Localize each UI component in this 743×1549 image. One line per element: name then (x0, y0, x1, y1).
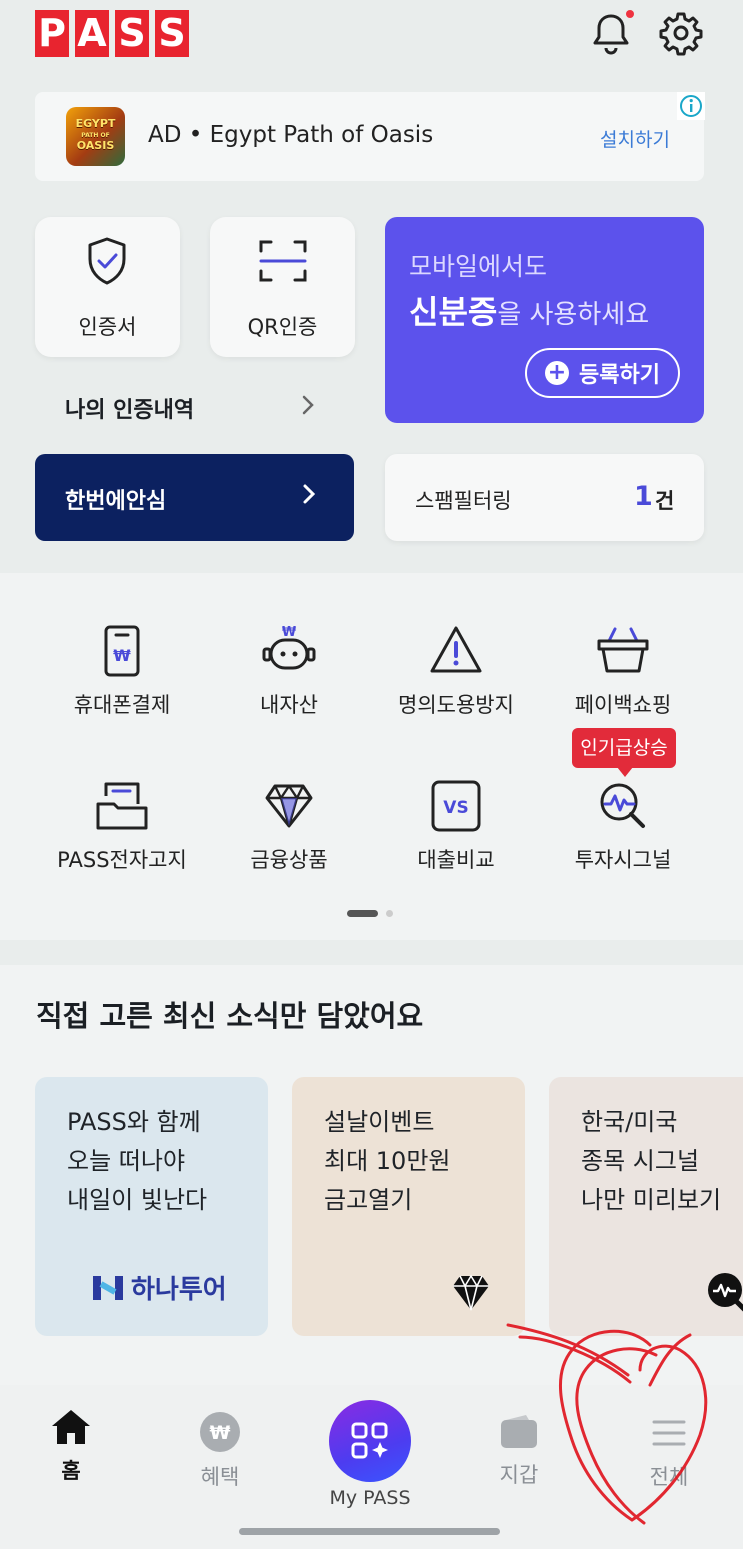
chevron-right-icon (301, 480, 317, 514)
menu-e-notice[interactable]: PASS전자고지 (38, 778, 206, 874)
id-banner-line2: 신분증을 사용하세요 (409, 293, 650, 331)
e-notice-icon (96, 782, 148, 830)
nav-wallet[interactable]: 지갑 (464, 1413, 574, 1489)
system-home-indicator[interactable] (239, 1528, 500, 1535)
service-menu-grid: ₩ 휴대폰결제 ₩ 내자산 명의도용방지 페이백쇼핑 인기급상승 PASS전자고… (0, 573, 743, 940)
page-dot (386, 910, 393, 917)
nav-mypass-label: My PASS (329, 1487, 411, 1509)
won-coin-icon: ₩ (200, 1412, 240, 1452)
signal-search-icon (600, 783, 645, 828)
notification-dot (626, 10, 634, 18)
svg-text:₩: ₩ (210, 1422, 231, 1444)
ad-banner[interactable]: EGYPT PATH OF OASIS AD • Egypt Path of O… (35, 92, 705, 181)
hamburger-menu-icon (652, 1420, 686, 1446)
nav-mypass-button[interactable] (329, 1400, 411, 1482)
register-id-button[interactable]: + 등록하기 (525, 348, 680, 398)
hanatour-logo: 하나투어 (91, 1269, 227, 1306)
apps-sparkle-icon (351, 1422, 388, 1459)
hanbeon-ansim-button[interactable]: 한번에안심 (35, 454, 354, 541)
certificate-label: 인증서 (78, 315, 137, 339)
news-section: 직접 고른 최신 소식만 담았어요 PASS와 함께 오늘 떠나야 내일이 빛난… (0, 965, 743, 1385)
nav-home[interactable]: 홈 (16, 1407, 126, 1485)
diamond-icon (265, 784, 313, 828)
ad-game-thumbnail: EGYPT PATH OF OASIS (66, 107, 125, 166)
warning-icon (430, 626, 482, 673)
nav-all-menu[interactable]: 전체 (614, 1417, 724, 1491)
chevron-right-icon[interactable] (300, 392, 316, 424)
spam-filter-card[interactable]: 스팸필터링 1 건 (385, 454, 704, 541)
hanbeon-ansim-label: 한번에안심 (65, 489, 167, 514)
menu-phone-payment[interactable]: ₩ 휴대폰결제 (38, 623, 206, 719)
menu-payback-shopping[interactable]: 페이백쇼핑 (539, 623, 707, 719)
shield-check-icon (88, 237, 126, 285)
diamond-icon (453, 1274, 489, 1311)
basket-icon (597, 627, 649, 673)
menu-loan-compare[interactable]: VS 대출비교 (372, 778, 540, 874)
trending-badge: 인기급상승 (572, 728, 676, 777)
news-card-stock-signal[interactable]: 한국/미국 종목 시그널 나만 미리보기 (549, 1077, 743, 1336)
wallet-icon (501, 1415, 537, 1448)
news-card-hanatour[interactable]: PASS와 함께 오늘 떠나야 내일이 빛난다 하나투어 (35, 1077, 268, 1336)
ad-text: AD • Egypt Path of Oasis (148, 122, 434, 148)
menu-invest-signal[interactable]: 투자시그널 (539, 778, 707, 874)
menu-my-assets[interactable]: ₩ 내자산 (205, 623, 373, 719)
pass-logo: P A S S (35, 10, 189, 57)
hanatour-logo-icon (93, 1275, 123, 1300)
svg-text:₩: ₩ (113, 646, 131, 665)
page-indicator (347, 910, 393, 917)
svg-text:₩: ₩ (282, 625, 297, 640)
qr-auth-label: QR인증 (247, 315, 318, 339)
my-auth-history-link[interactable]: 나의 인증내역 (65, 392, 194, 424)
news-card-lunar-event[interactable]: 설날이벤트 최대 10만원 금고열기 (292, 1077, 525, 1336)
news-section-title: 직접 고른 최신 소식만 담았어요 (36, 999, 424, 1033)
plus-icon: + (545, 361, 570, 385)
bottom-navigation: 홈 ₩ 혜택 My PASS 지갑 전체 (0, 1385, 743, 1549)
svg-text:VS: VS (443, 798, 468, 818)
home-icon (52, 1410, 90, 1444)
spam-count: 1 (634, 481, 653, 512)
logo-letter: A (75, 10, 109, 57)
ad-info-icon[interactable] (677, 92, 705, 120)
logo-letter: S (115, 10, 149, 57)
certificate-card[interactable]: 인증서 (35, 217, 180, 357)
vs-icon: VS (431, 780, 481, 832)
settings-gear-icon[interactable] (658, 10, 704, 56)
ad-install-link[interactable]: 설치하기 (600, 125, 670, 152)
mobile-id-card-banner[interactable]: 모바일에서도 신분증을 사용하세요 + 등록하기 (385, 217, 704, 423)
notification-bell-icon[interactable] (588, 10, 634, 56)
nav-benefits[interactable]: ₩ 혜택 (165, 1411, 275, 1491)
spam-filter-label: 스팸필터링 (415, 489, 512, 513)
menu-financial-products[interactable]: 금융상품 (205, 778, 373, 874)
spam-count-unit: 건 (655, 489, 675, 513)
logo-letter: S (155, 10, 189, 57)
robot-asset-icon: ₩ (262, 625, 316, 670)
qr-scan-icon (259, 240, 307, 282)
id-banner-line1: 모바일에서도 (409, 252, 548, 281)
logo-letter: P (35, 10, 69, 57)
menu-identity-theft[interactable]: 명의도용방지 (372, 623, 540, 719)
qr-auth-card[interactable]: QR인증 (210, 217, 355, 357)
page-dot-active (347, 910, 378, 917)
signal-search-icon (708, 1273, 743, 1312)
phone-payment-icon: ₩ (104, 625, 140, 677)
